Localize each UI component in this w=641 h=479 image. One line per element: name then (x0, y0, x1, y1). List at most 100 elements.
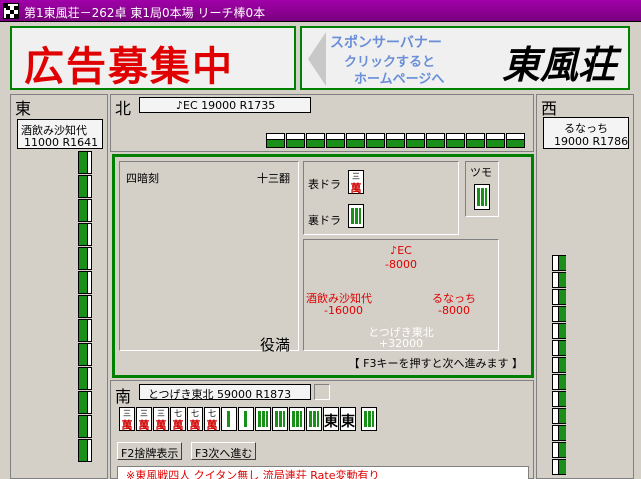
honor-tile: 東 (340, 407, 356, 431)
south-player-box: とつげき東北 59000 R1873 (139, 384, 311, 401)
tile-back (552, 374, 566, 390)
sou-tile (306, 407, 322, 431)
tile-back (506, 133, 525, 148)
tile-back (286, 133, 305, 148)
tile-back (552, 289, 566, 305)
tile-back (78, 175, 92, 198)
tile-back (78, 271, 92, 294)
west-seat-label: 西 (541, 99, 558, 118)
tile-back (78, 415, 92, 438)
tile-back (78, 223, 92, 246)
tile-suit: 萬 (189, 419, 201, 432)
tile-back (78, 439, 92, 462)
west-hidden-hand (552, 255, 568, 479)
man-tile: 三萬 (119, 407, 135, 432)
east-payment-delta: -16000 (324, 304, 363, 317)
tile-back (552, 408, 566, 424)
sou-tile (255, 407, 271, 431)
tonpuso-logo: 東風荘 (501, 42, 616, 87)
tile-back (266, 133, 285, 148)
west-player-box: るなっち 19000 R1786 (543, 117, 629, 149)
next-button[interactable]: F3次へ進む (191, 442, 257, 460)
north-player-info: ♪EC 19000 R1735 (176, 99, 276, 112)
tsumo-box: ツモ (465, 161, 499, 217)
dora-indicator-tile: 三 萬 (348, 170, 364, 195)
west-player-name: るなっち (564, 122, 608, 135)
east-player-box: 酒飲み沙知代 11000 R1641 (17, 119, 103, 149)
title-bar[interactable]: 第1東風荘－262卓 東1局0本場 リーチ棒0本 (0, 0, 641, 22)
south-seat-label: 南 (115, 387, 132, 406)
tile-suit: 萬 (138, 419, 150, 432)
tile-back (346, 133, 365, 148)
tile-back (552, 272, 566, 288)
tile-back (386, 133, 405, 148)
tile-back (552, 391, 566, 407)
tile-back (78, 367, 92, 390)
tile-back (552, 459, 566, 475)
tile-back (486, 133, 505, 148)
game-window: 第1東風荘－262卓 東1局0本場 リーチ棒0本 広告募集中 スポンサーバナー … (0, 0, 641, 479)
man-tile: 三萬 (153, 407, 169, 432)
app-icon[interactable] (3, 3, 19, 19)
tile-suit: 萬 (121, 419, 133, 432)
tile-back (552, 340, 566, 356)
show-discards-button[interactable]: F2捨牌表示 (117, 442, 183, 460)
sponsor-banner[interactable]: スポンサーバナー クリックすると ホームページへ 東風荘 (300, 26, 630, 90)
north-payment-delta: -8000 (385, 258, 417, 271)
west-payment-delta: -8000 (438, 304, 470, 317)
tile-back (78, 199, 92, 222)
ad-text: 広告募集中 (24, 43, 234, 90)
man-tile: 三萬 (136, 407, 152, 432)
dora-label: 表ドラ (308, 178, 341, 191)
man-tile: 七萬 (170, 407, 186, 432)
riichi-indicator (314, 384, 330, 400)
south-payment-delta: +32000 (378, 337, 424, 350)
west-seat-panel: 西 るなっち 19000 R1786 (536, 94, 634, 479)
north-player-box: ♪EC 19000 R1735 (139, 97, 311, 113)
yaku-list: 四暗刻 十三翻 役満 (119, 161, 299, 354)
sou-tile (361, 407, 377, 431)
sponsor-line3: ホームページへ (354, 72, 445, 87)
dora-box: 表ドラ 三 萬 裏ドラ (303, 161, 459, 235)
tile-back (78, 151, 92, 174)
tile-back (306, 133, 325, 148)
tile-suit: 萬 (206, 419, 218, 432)
tile-back (552, 323, 566, 339)
south-hand: 三萬三萬三萬七萬七萬七萬東東 (119, 407, 419, 433)
sou-tile (221, 407, 237, 431)
east-seat-label: 東 (15, 99, 32, 118)
tile-back (78, 343, 92, 366)
east-hidden-hand (78, 151, 94, 471)
man-tile: 七萬 (204, 407, 220, 432)
tile-back (552, 357, 566, 373)
east-seat-panel: 東 酒飲み沙知代 11000 R1641 (10, 94, 108, 479)
north-seat-label: 北 (115, 99, 132, 118)
sou-tile (238, 407, 254, 431)
ura-dora-tile (348, 204, 364, 228)
limit-hand: 役満 (259, 336, 290, 354)
north-payment-name: ♪EC (390, 244, 412, 257)
tile-back (446, 133, 465, 148)
tile-honor: 東 (324, 414, 338, 430)
ura-dora-label: 裏ドラ (308, 214, 341, 227)
tile-back (466, 133, 485, 148)
north-seat-panel: 北 ♪EC 19000 R1735 (110, 94, 534, 152)
payment-box: ♪EC -8000 酒飲み沙知代 -16000 るなっち -8000 とつげき東… (303, 239, 499, 351)
ad-banner-left[interactable]: 広告募集中 (10, 26, 296, 90)
north-hidden-hand (266, 133, 531, 149)
tile-honor: 東 (341, 414, 355, 430)
tile-back (426, 133, 445, 148)
tile-suit: 萬 (350, 182, 362, 195)
rules-footer: ※東風戦四人 クイタン無し 流局連荘 Rate変動有り (117, 466, 529, 479)
window-title: 第1東風荘－262卓 東1局0本場 リーチ棒0本 (24, 6, 266, 20)
next-hint: 【 F3キーを押すと次へ進みます 】 (348, 357, 523, 370)
tile-back (552, 255, 566, 271)
sponsor-line1: スポンサーバナー (330, 35, 442, 51)
arrow-left-icon (308, 32, 326, 86)
tsumo-tile (474, 184, 490, 210)
east-player-score: 11000 R1641 (24, 136, 99, 149)
tile-back (78, 391, 92, 414)
tile-back (78, 319, 92, 342)
sou-tile (289, 407, 305, 431)
yaku-name: 四暗刻 (126, 172, 159, 185)
